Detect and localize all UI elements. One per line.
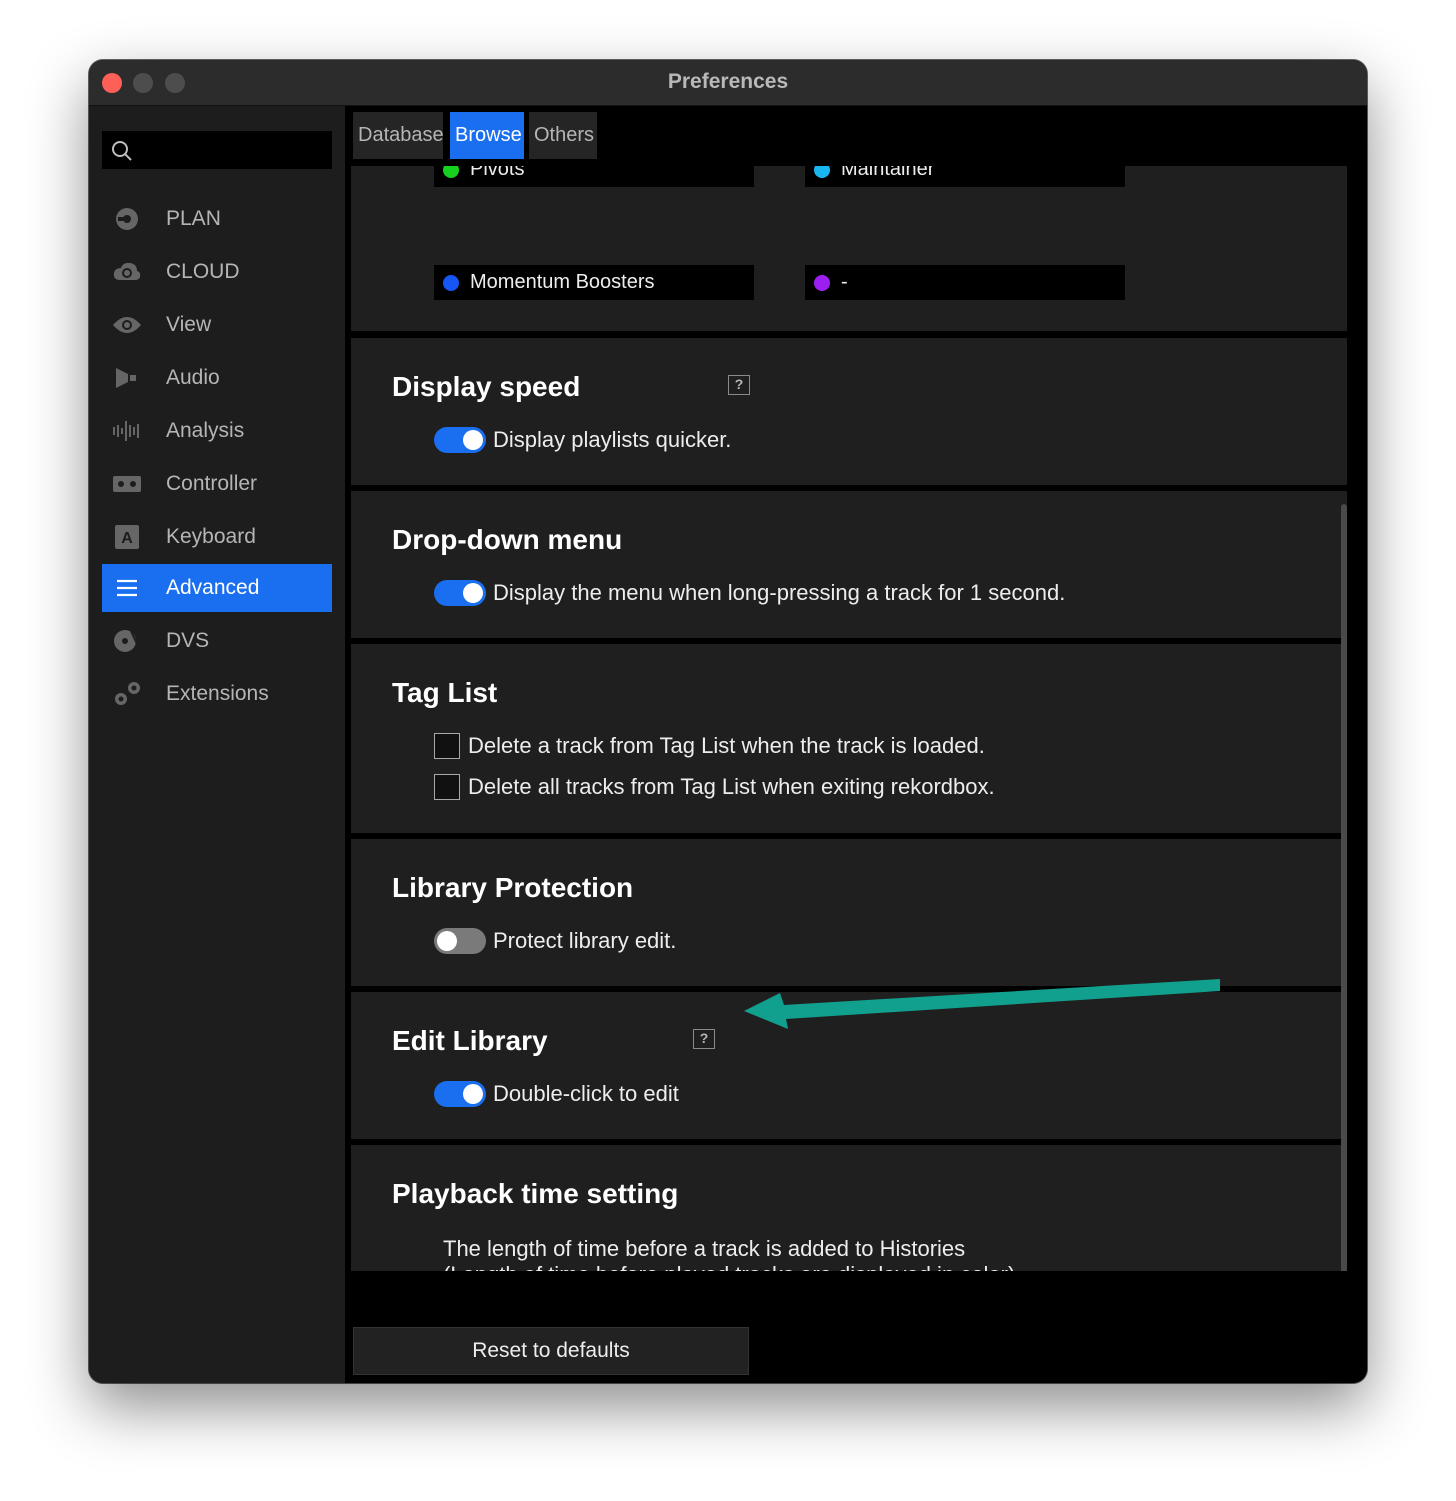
tab-others[interactable]: Others: [529, 112, 597, 159]
sidebar-item-controller[interactable]: Controller: [102, 460, 332, 508]
tag-color-field[interactable]: -: [805, 265, 1125, 300]
help-icon[interactable]: ?: [728, 375, 750, 395]
protect-library-toggle[interactable]: [434, 928, 486, 954]
sidebar-item-view[interactable]: View: [102, 301, 332, 349]
sidebar-item-audio[interactable]: Audio: [102, 354, 332, 402]
long-press-menu-toggle[interactable]: [434, 580, 486, 606]
search-icon: [112, 141, 132, 161]
search-input[interactable]: [102, 131, 332, 169]
display-speed-panel: Display speed ? Display playlists quicke…: [351, 338, 1347, 485]
purple-color-dot-icon: [814, 274, 830, 291]
double-click-edit-row: Double-click to edit: [434, 1081, 679, 1107]
section-title: Library Protection: [392, 872, 634, 903]
tag-label: -: [841, 271, 848, 293]
delete-on-exit-checkbox[interactable]: [434, 774, 460, 800]
svg-text:A: A: [121, 530, 133, 547]
sidebar-item-label: Extensions: [166, 682, 269, 705]
sidebar-item-label: DVS: [166, 629, 210, 652]
dvs-record-icon: [102, 617, 152, 665]
tag-label: Momentum Boosters: [470, 271, 655, 293]
tag-list-option-row: Delete a track from Tag List when the tr…: [434, 733, 985, 759]
option-label: Delete all tracks from Tag List when exi…: [468, 774, 995, 799]
sidebar-item-label: Audio: [166, 366, 220, 389]
waveform-icon: [102, 407, 152, 455]
title-bar: Preferences: [89, 60, 1367, 106]
window-title: Preferences: [667, 70, 789, 93]
library-protection-panel: Library Protection Protect library edit.: [351, 839, 1347, 986]
option-label: Protect library edit.: [493, 928, 677, 953]
section-title: Edit Library: [392, 1025, 548, 1056]
speaker-icon: [102, 354, 152, 402]
option-label: Display the menu when long-pressing a tr…: [493, 580, 1066, 605]
sidebar: PLAN CLOUD View Audio Analysis Controlle…: [89, 106, 345, 1383]
gears-icon: [102, 670, 152, 718]
green-color-dot-icon: [443, 166, 459, 178]
playback-description-line: The length of time before a track is add…: [443, 1236, 966, 1261]
sidebar-item-label: PLAN: [166, 207, 221, 230]
sidebar-item-plan[interactable]: PLAN: [102, 195, 332, 243]
sidebar-item-keyboard[interactable]: A Keyboard: [102, 513, 332, 561]
display-quicker-toggle[interactable]: [434, 427, 486, 453]
tab-database[interactable]: Database: [353, 112, 444, 159]
sidebar-item-label: Advanced: [166, 576, 260, 599]
section-title: Display speed: [392, 371, 581, 402]
display-quicker-row: Display playlists quicker.: [434, 427, 731, 453]
sidebar-item-cloud[interactable]: CLOUD: [102, 248, 332, 296]
annotation-arrow-icon: [744, 979, 1220, 1029]
settings-content[interactable]: Pivots Maintainer Momentum Boosters - Di…: [345, 166, 1347, 1271]
blue-color-dot-icon: [443, 274, 459, 291]
double-click-edit-toggle[interactable]: [434, 1081, 486, 1107]
sidebar-item-label: Keyboard: [166, 525, 256, 548]
tag-color-panel: Pivots Maintainer Momentum Boosters -: [351, 166, 1347, 331]
cloud-sync-icon: [102, 248, 152, 296]
playback-time-panel: Playback time setting The length of time…: [351, 1145, 1347, 1271]
sidebar-item-label: View: [166, 313, 212, 336]
long-press-menu-row: Display the menu when long-pressing a tr…: [434, 580, 1065, 606]
tag-color-field[interactable]: Pivots: [434, 166, 754, 187]
sidebar-item-label: Controller: [166, 472, 258, 495]
sidebar-item-label: CLOUD: [166, 260, 240, 283]
tag-color-field[interactable]: Maintainer: [805, 166, 1125, 187]
tag-color-field[interactable]: Momentum Boosters: [434, 265, 754, 300]
tag-list-panel: Tag List Delete a track from Tag List wh…: [351, 644, 1347, 833]
menu-lines-icon: [102, 564, 152, 612]
tag-label: Pivots: [470, 166, 525, 180]
preferences-window: Preferences PLAN CLOUD View Audio Analys…: [89, 60, 1367, 1383]
option-label: Double-click to edit: [493, 1081, 679, 1106]
playback-description-line: (Length of time before played tracks are…: [443, 1262, 1015, 1271]
help-icon[interactable]: ?: [693, 1029, 715, 1049]
sidebar-item-extensions[interactable]: Extensions: [102, 670, 332, 718]
footer: Reset to defaults: [345, 1271, 1367, 1383]
reset-to-defaults-button[interactable]: Reset to defaults: [353, 1327, 749, 1375]
sidebar-item-label: Analysis: [166, 419, 245, 442]
keyboard-icon: A: [102, 513, 152, 561]
protect-library-row: Protect library edit.: [434, 928, 676, 954]
option-label: Delete a track from Tag List when the tr…: [468, 733, 985, 758]
tag-label: Maintainer: [841, 166, 935, 180]
plan-icon: [102, 195, 152, 243]
cyan-color-dot-icon: [814, 166, 830, 178]
sidebar-item-dvs[interactable]: DVS: [102, 617, 332, 665]
sidebar-item-advanced[interactable]: Advanced: [102, 564, 332, 612]
dropdown-menu-panel: Drop-down menu Display the menu when lon…: [351, 491, 1347, 638]
delete-on-load-checkbox[interactable]: [434, 733, 460, 759]
tab-browse[interactable]: Browse: [450, 112, 524, 159]
tab-bar: Database Browse Others: [345, 106, 1367, 166]
eye-icon: [102, 301, 152, 349]
vertical-scrollbar[interactable]: [1341, 504, 1347, 1271]
option-label: Display playlists quicker.: [493, 427, 732, 452]
controller-icon: [102, 460, 152, 508]
tag-list-option-row: Delete all tracks from Tag List when exi…: [434, 774, 995, 800]
sidebar-item-analysis[interactable]: Analysis: [102, 407, 332, 455]
section-title: Playback time setting: [392, 1178, 679, 1209]
section-title: Tag List: [392, 677, 498, 708]
section-title: Drop-down menu: [392, 524, 623, 555]
